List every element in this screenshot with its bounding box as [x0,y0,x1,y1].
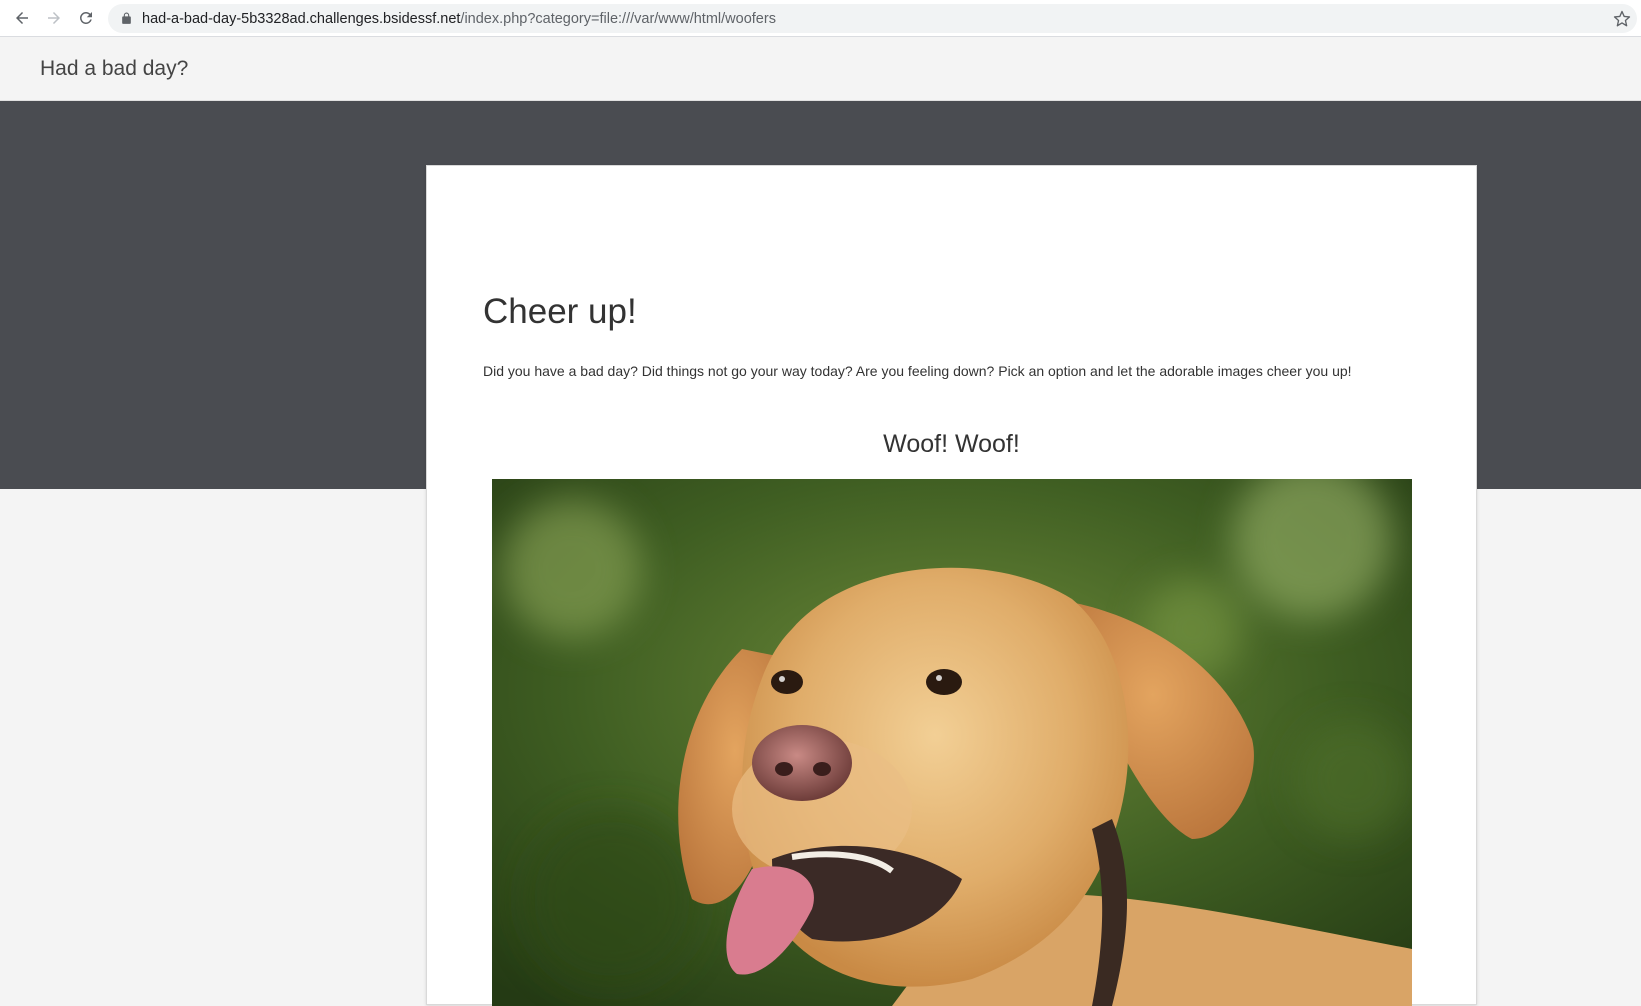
section-title: Woof! Woof! [883,430,1020,458]
reload-button[interactable] [70,2,102,34]
dog-photo [492,479,1412,1006]
url-path: /index.php?category=file:///var/www/html… [460,10,776,27]
content-card: Cheer up! Did you have a bad day? Did th… [426,165,1477,1006]
bookmark-star-icon[interactable] [1613,10,1631,28]
url-host: had-a-bad-day-5b3328ad.challenges.bsides… [142,10,461,27]
site-navbar: Had a bad day? [0,37,1641,101]
address-bar[interactable]: had-a-bad-day-5b3328ad.challenges.bsides… [108,4,1637,33]
site-brand-link[interactable]: Had a bad day? [40,57,188,81]
lead-text: Did you have a bad day? Did things not g… [483,363,1352,379]
browser-toolbar: had-a-bad-day-5b3328ad.challenges.bsides… [0,0,1641,37]
page-title: Cheer up! [483,292,637,331]
reload-icon [79,11,92,24]
back-icon [16,12,28,24]
lock-icon [120,12,134,26]
forward-icon [48,12,60,24]
forward-button[interactable] [38,2,70,34]
back-button[interactable] [6,2,38,34]
